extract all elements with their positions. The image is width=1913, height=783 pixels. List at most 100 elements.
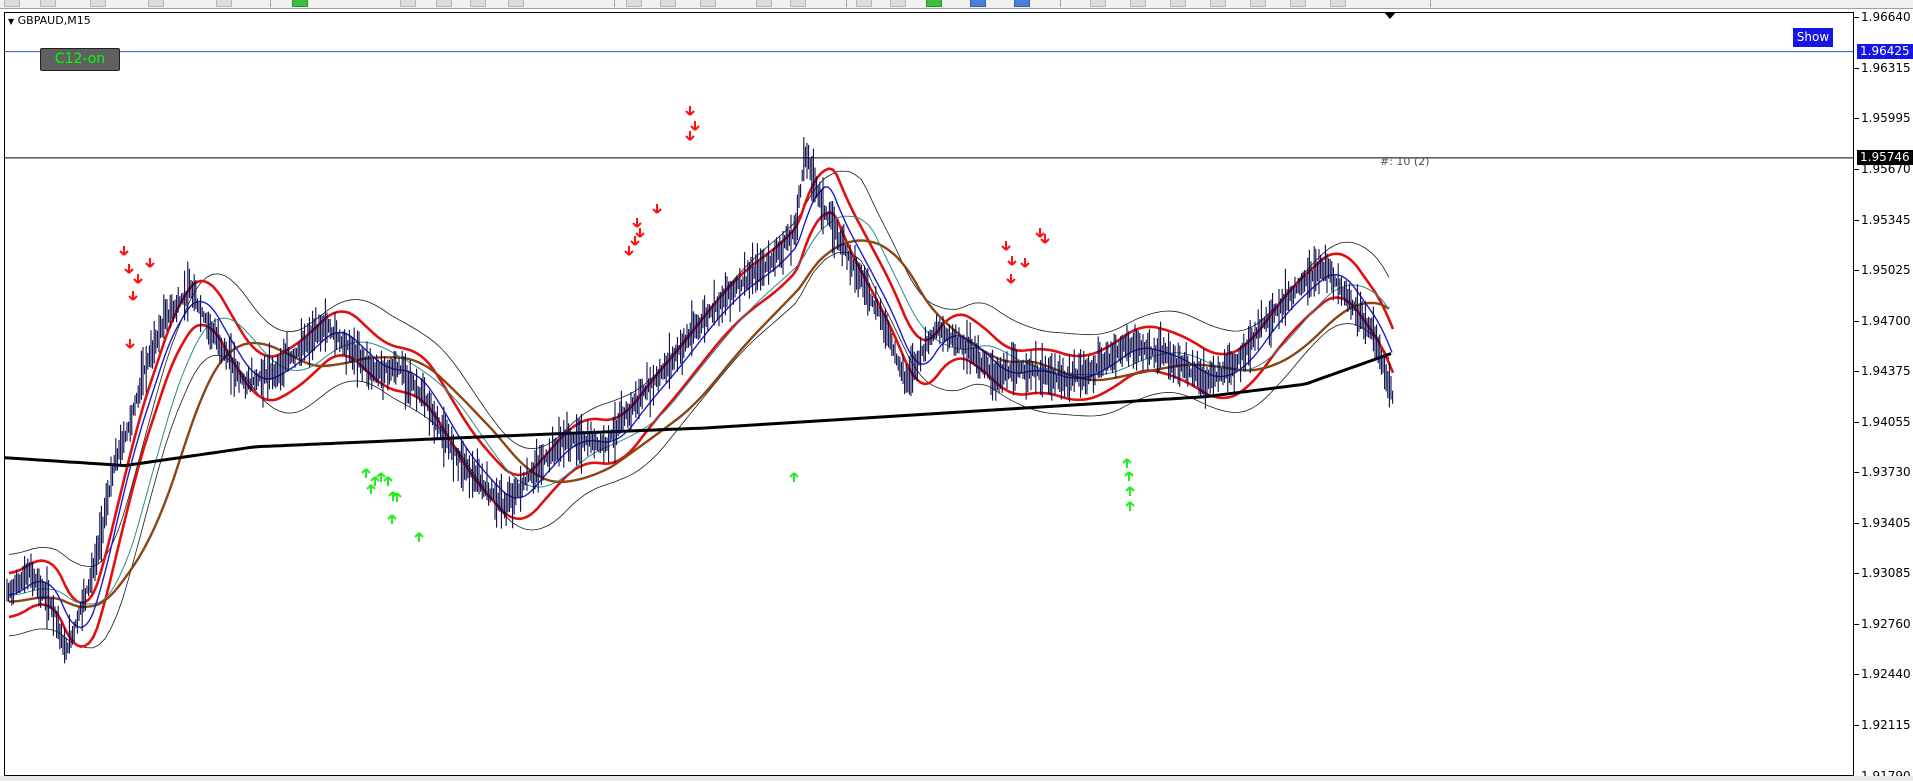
sell-signal-arrow-icon [685,131,695,141]
c12-indicator-button[interactable]: C12-on [40,48,120,71]
slow-moving-average [8,239,1390,609]
toolbar-auto-scroll-icon[interactable] [890,0,906,7]
price-tick-mark [1854,17,1859,18]
toolbar-options-icon[interactable] [508,0,524,7]
buy-signal-arrow-icon [366,484,376,494]
toolbar-data-window-icon[interactable] [148,0,164,7]
price-tick-label: 1.94700 [1861,313,1911,328]
buy-signal-arrow-icon [1125,486,1135,496]
price-tick-mark [1854,320,1859,322]
price-tick-label: 1.93405 [1861,516,1911,531]
price-tick-mark [1854,472,1859,474]
price-tick-mark [1854,573,1859,575]
toolbar-line-chart-icon[interactable] [700,0,716,7]
buy-signal-arrow-icon [1125,501,1135,511]
show-button[interactable]: Show [1793,28,1833,47]
toolbar-navigator-icon[interactable] [216,0,232,7]
toolbar-strategy-tester-icon[interactable] [436,0,452,7]
symbol-timeframe-label: ▼ GBPAUD,M15 [8,14,91,27]
sell-signal-arrow-icon [124,264,134,274]
sell-signal-arrow-icon [652,204,662,214]
price-tick-mark [1854,371,1859,373]
order-count-label: #: 10 (2) [1380,155,1430,168]
toolbar-channel-icon[interactable] [1250,0,1266,7]
price-tick-mark [1854,674,1859,676]
sell-signal-arrow-icon [1035,228,1045,238]
sell-signal-arrow-icon [1006,274,1016,284]
price-chart-canvas[interactable] [5,13,1854,776]
sell-signal-arrow-icon [624,246,634,256]
price-tick-label: 1.93730 [1861,465,1911,480]
price-tick-label: 1.94375 [1861,364,1911,379]
price-tick-mark [1854,168,1859,170]
toolbar-tile-windows-icon[interactable] [856,0,872,7]
price-tick-label: 1.93085 [1861,566,1911,581]
toolbar-new-chart-icon[interactable] [4,0,20,7]
price-tick-mark [1854,624,1859,626]
sell-signal-arrow-icon [128,291,138,301]
price-tick-mark [1854,67,1859,69]
price-tick-mark [1854,269,1859,271]
buy-signal-arrow-icon [1124,471,1134,481]
fast-moving-average [8,186,1393,629]
buy-signal-arrow-icon [1122,458,1132,468]
price-tick-label: 1.96315 [1861,60,1911,75]
chart-area[interactable] [4,12,1854,776]
sell-signal-arrow-icon [635,228,645,238]
sell-signal-arrow-icon [685,106,695,116]
buy-signal-arrow-icon [789,472,799,482]
price-tick-mark [1854,523,1859,525]
price-tick-label: 1.94055 [1861,414,1911,429]
chart-shift-marker-icon[interactable] [1384,12,1396,19]
price-tick-label: 1.95025 [1861,262,1911,277]
price-tick-mark [1854,725,1859,727]
toolbar-vertical-line-icon[interactable] [1130,0,1146,7]
ask-price-tag: 1.96425 [1857,43,1913,59]
price-tick-label: 1.92440 [1861,667,1911,682]
sell-signal-arrow-icon [632,218,642,228]
chart-menu-triangle-icon[interactable]: ▼ [8,17,14,26]
sell-signal-arrow-icon [133,274,143,284]
buy-signal-arrow-icon [414,532,424,542]
toolbar-fibonacci-icon[interactable] [1290,0,1306,7]
toolbar-indicators-icon[interactable] [970,0,986,7]
price-scale[interactable] [1854,12,1913,776]
sell-signal-arrow-icon [119,246,129,256]
buy-signal-arrow-icon [370,476,380,486]
toolbar-terminal-icon[interactable] [470,0,486,7]
chart-toolbar [0,0,1913,9]
price-tick-mark [1854,117,1859,119]
envelope-upper-line [8,167,1395,605]
time-scale [0,776,1913,781]
toolbar-candles-icon[interactable] [660,0,676,7]
toolbar-autotrading-icon[interactable] [292,0,308,7]
toolbar-horizontal-line-icon[interactable] [1170,0,1186,7]
sell-signal-arrow-icon [1007,256,1017,266]
price-tick-label: 1.92115 [1861,718,1911,733]
price-tick-mark [1854,219,1859,221]
toolbar-chart-shift-icon[interactable] [926,0,942,7]
toolbar-bar-chart-icon[interactable] [626,0,642,7]
bid-price-tag: 1.95746 [1857,149,1913,165]
toolbar-new-order-icon[interactable] [400,0,416,7]
price-tick-label: 1.95345 [1861,212,1911,227]
toolbar-crosshair-icon[interactable] [1090,0,1106,7]
sell-signal-arrow-icon [690,121,700,131]
buy-signal-arrow-icon [361,468,371,478]
sell-signal-arrow-icon [145,258,155,268]
toolbar-zoom-out-icon[interactable] [790,0,806,7]
sell-signal-arrow-icon [1020,258,1030,268]
toolbar-market-watch-icon[interactable] [90,0,106,7]
toolbar-trendline-icon[interactable] [1210,0,1226,7]
toolbar-text-icon[interactable] [1330,0,1346,7]
toolbar-profiles-icon[interactable] [40,0,56,7]
toolbar-periods-icon[interactable] [1014,0,1030,7]
bollinger-lower-band [8,252,1390,649]
buy-signal-arrow-icon [383,476,393,486]
price-tick-mark [1854,421,1859,423]
sell-signal-arrow-icon [630,236,640,246]
sell-signal-arrow-icon [125,339,135,349]
price-tick-label: 1.92760 [1861,617,1911,632]
sell-signal-arrow-icon [1001,241,1011,251]
toolbar-zoom-in-icon[interactable] [756,0,772,7]
